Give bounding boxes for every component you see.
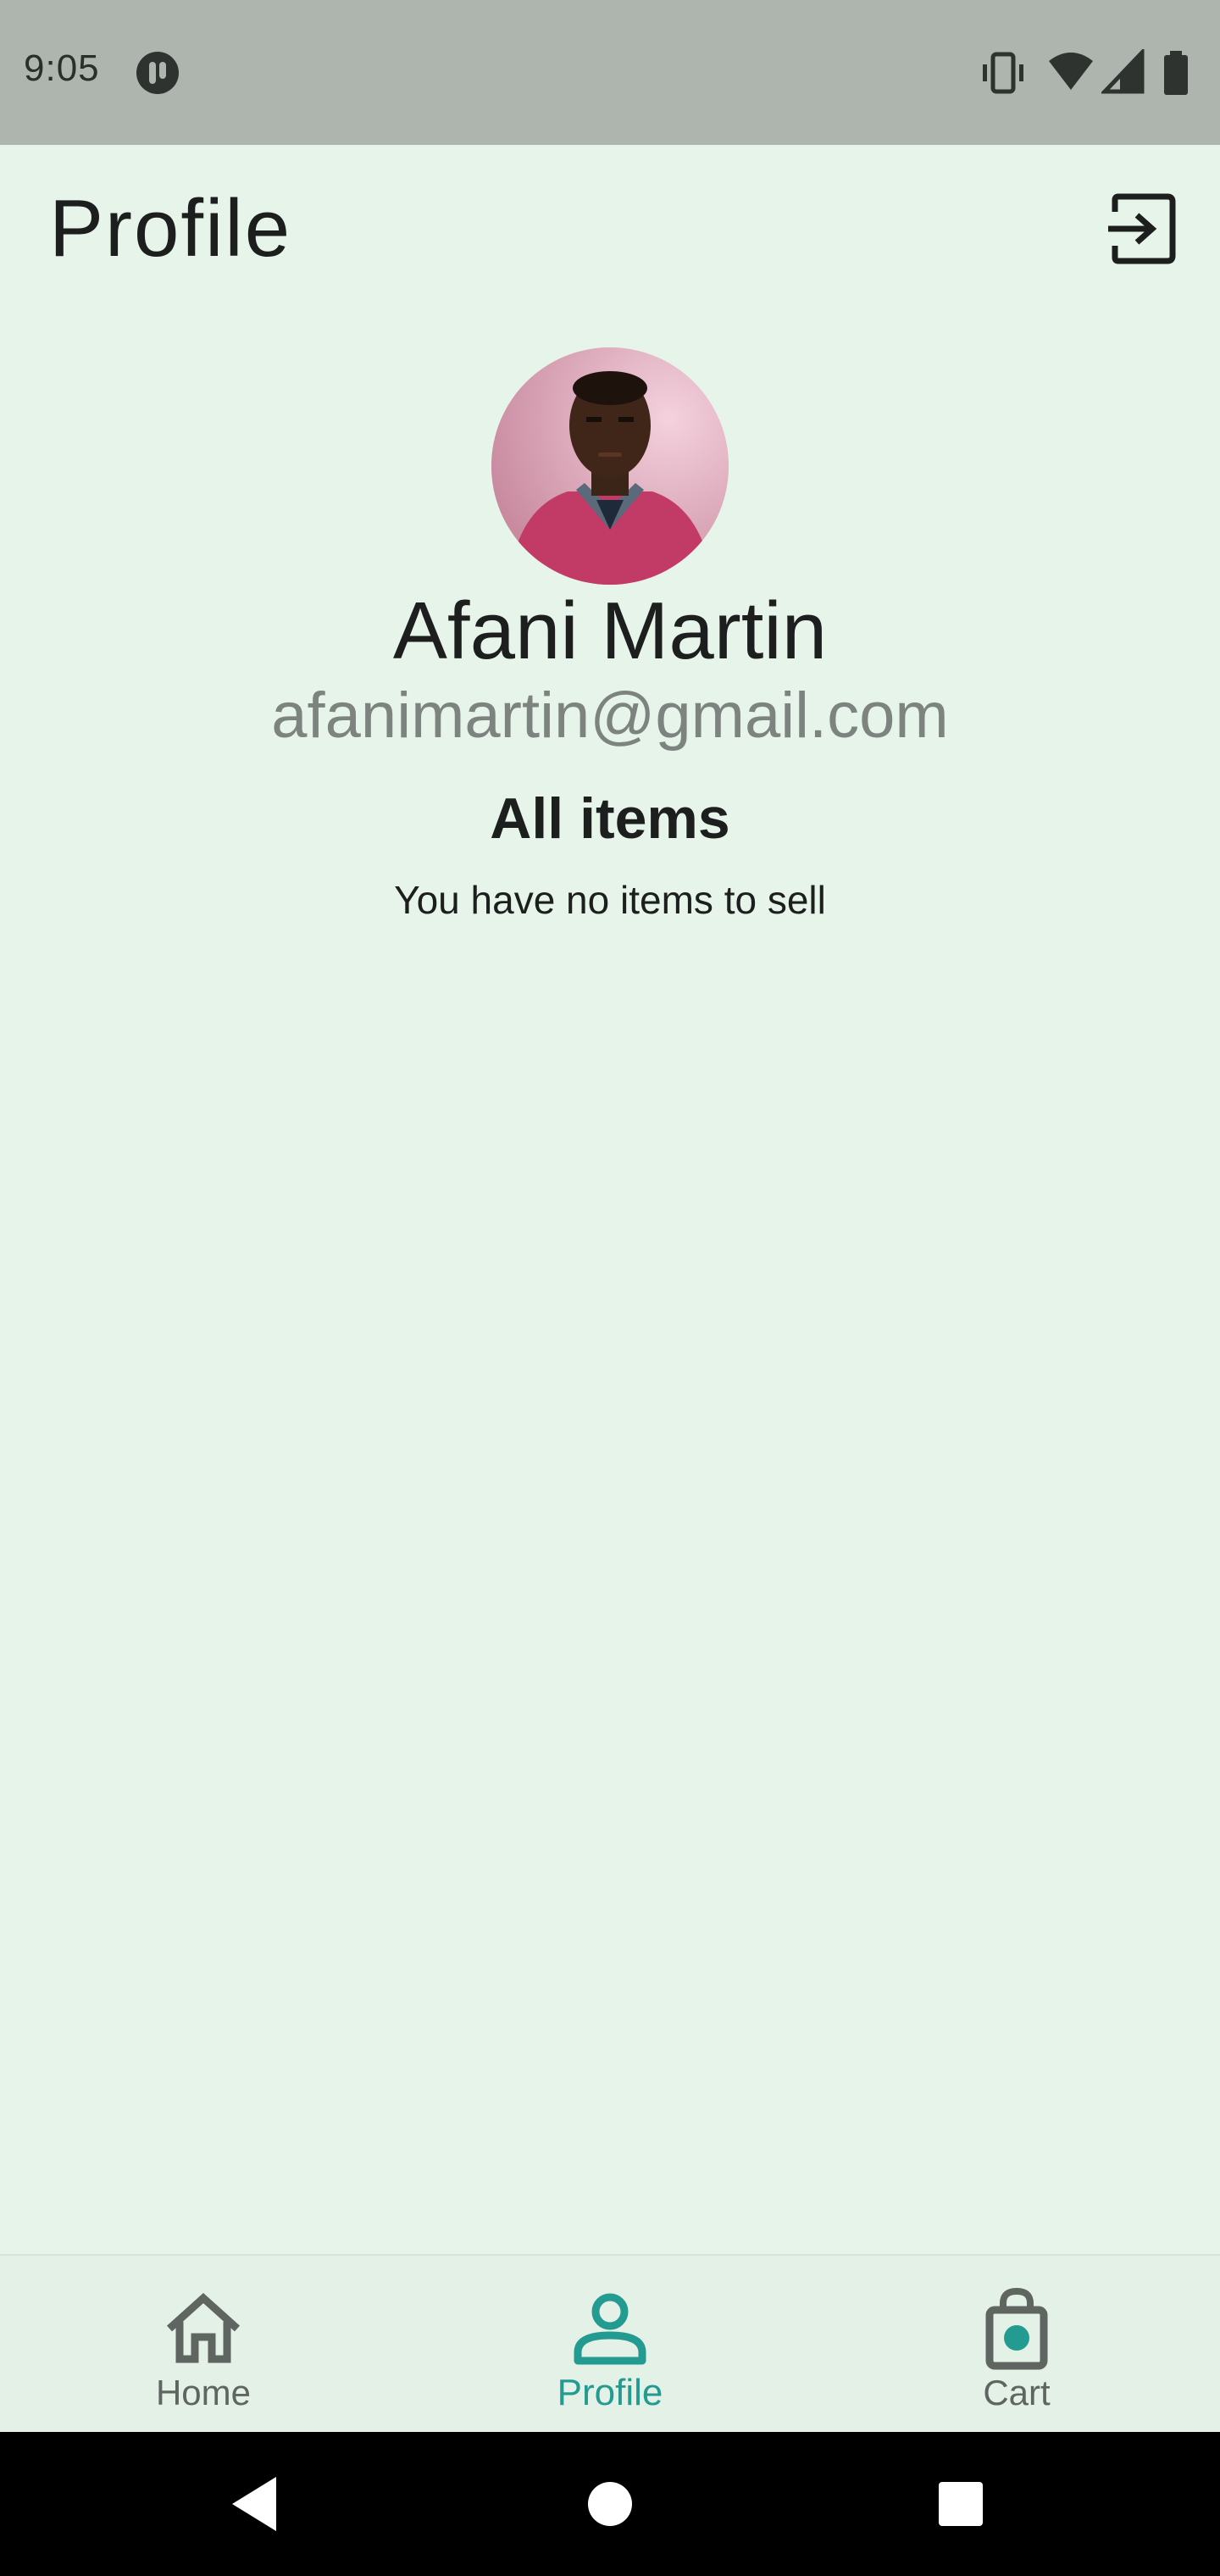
nav-item-profile[interactable]: Profile: [407, 2256, 813, 2434]
user-name: Afani Martin: [392, 586, 828, 676]
bottom-navigation: Home Profile Cart: [0, 2254, 1220, 2434]
wifi-icon: [1049, 53, 1093, 90]
nav-item-cart[interactable]: Cart: [813, 2256, 1220, 2434]
user-photo: [491, 347, 729, 585]
status-bar: 9:05: [0, 0, 1220, 145]
person-icon: [574, 2293, 646, 2365]
status-time: 9:05: [24, 47, 100, 89]
nav-item-home[interactable]: Home: [0, 2256, 407, 2434]
shopping-bag-icon: [985, 2287, 1048, 2370]
vibrate-icon: [983, 52, 1023, 94]
nav-label-cart: Cart: [983, 2373, 1051, 2412]
system-navigation-bar: [0, 2432, 1220, 2576]
cell-signal-icon: [1101, 49, 1145, 94]
user-email: afanimartin@gmail.com: [271, 680, 949, 752]
nav-label-home: Home: [155, 2373, 252, 2412]
nav-label-profile: Profile: [557, 2372, 663, 2413]
section-title: All items: [490, 786, 730, 851]
home-icon: [166, 2292, 241, 2363]
logout-button[interactable]: [1101, 188, 1183, 269]
app-notification-icon: [136, 52, 179, 94]
back-icon[interactable]: [220, 2470, 288, 2538]
home-circle-icon[interactable]: [576, 2470, 644, 2538]
page-title: Profile: [49, 183, 292, 274]
recents-icon[interactable]: [927, 2470, 995, 2538]
avatar[interactable]: [491, 347, 729, 585]
battery-icon: [1164, 51, 1188, 95]
empty-items-message: You have no items to sell: [394, 878, 826, 922]
logout-icon: [1108, 193, 1176, 264]
